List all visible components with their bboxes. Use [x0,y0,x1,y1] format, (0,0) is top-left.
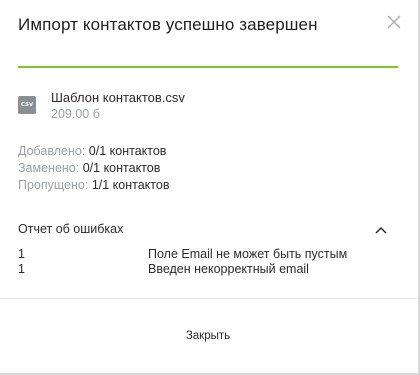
stat-label: Добавлено: [18,144,86,158]
table-row: 1 Поле Email не может быть пустым [18,247,398,262]
stat-value: 1/1 контактов [91,178,170,192]
chevron-up-icon[interactable] [374,223,388,235]
close-button[interactable]: Закрыть [172,325,244,347]
stat-value: 0/1 контактов [82,161,161,175]
dialog-title: Импорт контактов успешно завершен [18,15,318,34]
close-icon[interactable] [384,12,404,32]
error-message: Поле Email не может быть пустым [148,247,348,261]
error-report-table: 1 Поле Email не может быть пустым 1 Введ… [18,247,398,277]
stat-label: Пропущено: [18,178,89,192]
error-count: 1 [18,262,25,276]
import-result-dialog: Импорт контактов успешно завершен CSV Ша… [0,0,420,375]
footer-divider [0,298,418,299]
file-size: 209.00 б [51,107,100,121]
progress-line [18,66,398,68]
import-stats: Добавлено: 0/1 контактов Заменено: 0/1 к… [18,143,169,194]
stat-value: 0/1 контактов [88,144,167,158]
csv-file-icon: CSV [18,96,36,114]
table-row: 1 Введен некорректный email [18,262,398,277]
error-count: 1 [18,247,25,261]
stat-label: Заменено: [18,161,80,175]
stat-replaced: Заменено: 0/1 контактов [18,160,169,177]
file-name: Шаблон контактов.csv [51,90,185,105]
stat-skipped: Пропущено: 1/1 контактов [18,177,169,194]
stat-added: Добавлено: 0/1 контактов [18,143,169,160]
error-report-toggle[interactable]: Отчет об ошибках [18,222,123,236]
error-message: Введен некорректный email [148,262,309,276]
